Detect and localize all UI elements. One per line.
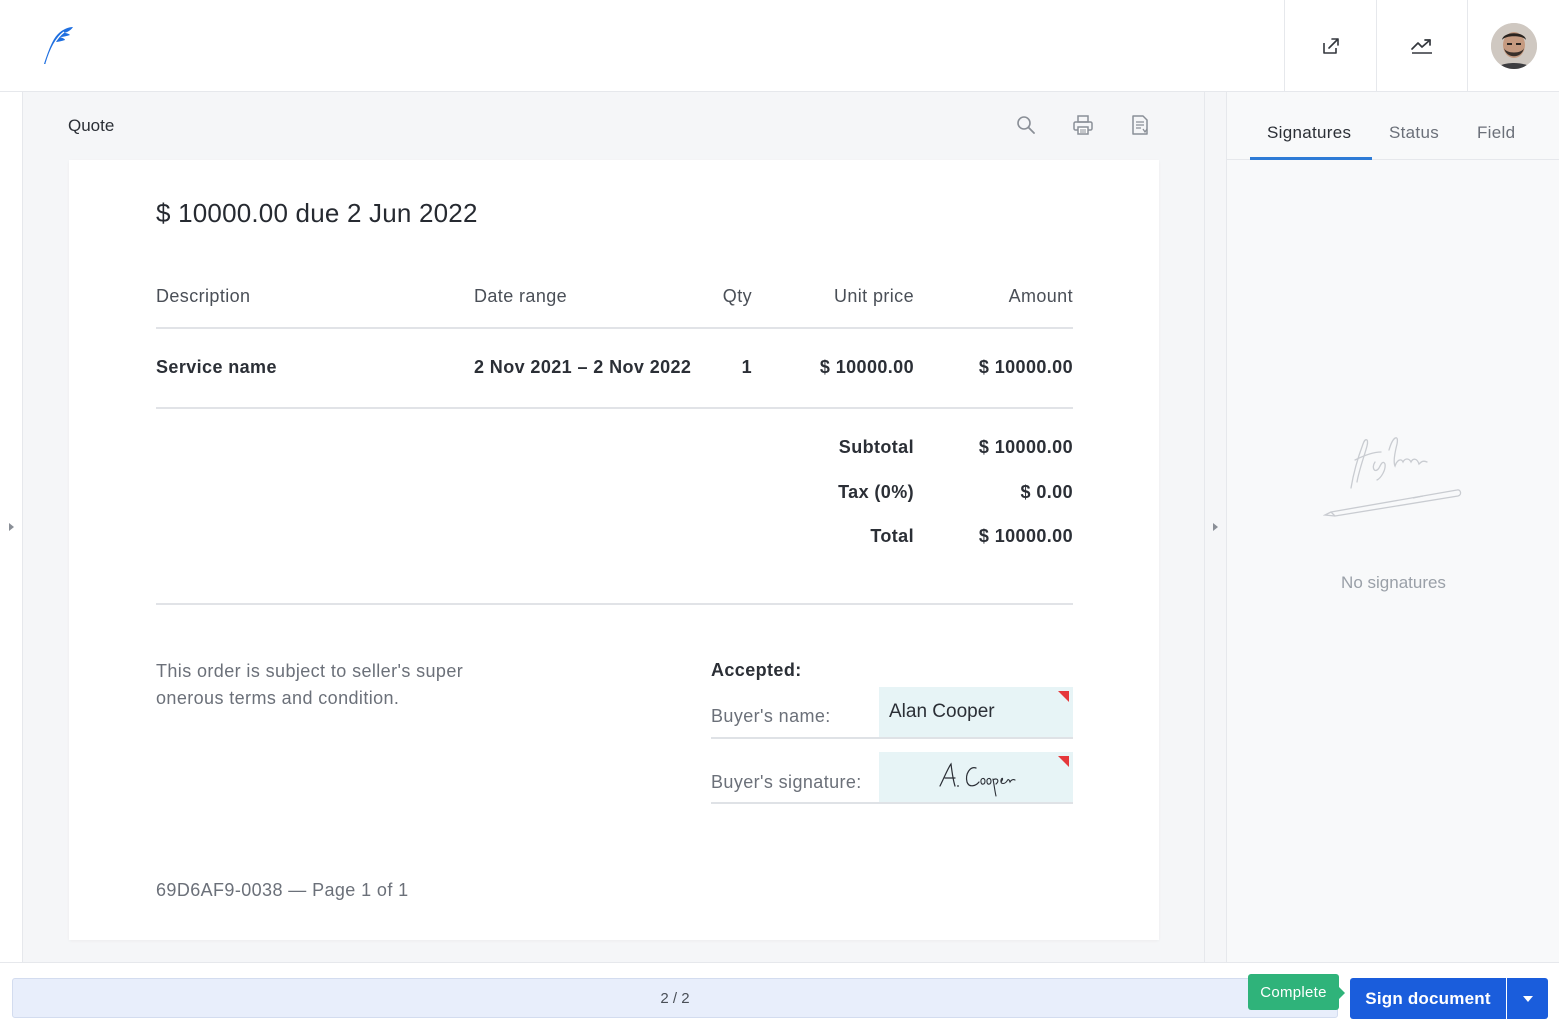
page-indicator[interactable]: 2 / 2: [12, 978, 1338, 1018]
table-cell-amount: $ 10000.00: [978, 357, 1073, 377]
share-button[interactable]: [1284, 0, 1376, 92]
tab-signatures[interactable]: Signatures: [1267, 123, 1351, 143]
right-panel: Signatures Status Field No signatures: [1226, 92, 1559, 962]
buyer-name-label: Buyer's name:: [711, 706, 831, 726]
no-signatures-message: No signatures: [1341, 573, 1446, 592]
subtotal-label: Subtotal: [838, 437, 914, 457]
required-flag-icon: [1058, 691, 1069, 702]
table-cell-date-range: 2 Nov 2021 – 2 Nov 2022: [474, 357, 692, 377]
collapse-right-panel-icon[interactable]: [1213, 523, 1218, 531]
tax-label: Tax (0%): [838, 482, 914, 502]
sign-options-dropdown[interactable]: [1507, 978, 1548, 1019]
active-tab-indicator: [1250, 157, 1372, 160]
subtotal-value: $ 10000.00: [978, 437, 1073, 457]
table-cell-description: Service name: [156, 357, 277, 377]
total-value: $ 10000.00: [978, 526, 1073, 546]
feather-logo-icon[interactable]: [34, 24, 76, 68]
handwritten-signature: [939, 762, 1016, 797]
trending-icon: [1411, 39, 1432, 54]
signature-pen-illustration-icon: [1323, 437, 1462, 517]
buyer-name-underline: [711, 737, 1073, 739]
share-icon: [1322, 38, 1339, 54]
document-icon[interactable]: [1129, 114, 1151, 136]
column-header-date-range: Date range: [474, 286, 568, 306]
buyer-name-value: Alan Cooper: [889, 701, 995, 722]
tab-field[interactable]: Field: [1477, 123, 1515, 143]
panel-tabs: Signatures Status Field: [1227, 92, 1559, 160]
due-amount-heading: $ 10000.00 due 2 Jun 2022: [156, 198, 478, 228]
document-footer-id: 69D6AF9-0038 — Page 1 of 1: [156, 880, 409, 900]
app-header: [0, 0, 1559, 92]
bottom-bar: 2 / 2 Complete Sign document: [0, 962, 1559, 1032]
header-divider: [156, 327, 1073, 329]
tax-value: $ 0.00: [1020, 482, 1073, 502]
chevron-down-icon: [1522, 995, 1533, 1002]
buyer-name-field[interactable]: Alan Cooper: [879, 687, 1073, 737]
table-cell-unit-price: $ 10000.00: [819, 357, 914, 377]
column-header-amount: Amount: [1008, 286, 1073, 306]
avatar[interactable]: [1490, 23, 1537, 69]
buyer-signature-label: Buyer's signature:: [711, 772, 862, 792]
row-divider: [156, 407, 1073, 409]
tab-status[interactable]: Status: [1389, 123, 1439, 143]
document-title: Quote: [68, 116, 115, 135]
print-icon[interactable]: [1072, 114, 1094, 136]
buyer-signature-underline: [711, 802, 1073, 804]
document-page: $ 10000.00 due 2 Jun 2022 Description Da…: [69, 160, 1159, 940]
sign-document-button[interactable]: Sign document: [1350, 978, 1506, 1019]
column-header-unit-price: Unit price: [833, 286, 914, 306]
expand-left-panel-icon[interactable]: [9, 523, 14, 531]
table-cell-qty: 1: [741, 357, 752, 377]
document-area: Quote $ 10000.00 due 2 Jun 2022 Descript…: [23, 92, 1205, 962]
search-icon[interactable]: [1015, 114, 1037, 136]
column-header-description: Description: [156, 286, 251, 306]
user-avatar-icon: [1490, 23, 1537, 69]
analytics-button[interactable]: [1376, 0, 1467, 92]
accepted-heading: Accepted:: [711, 660, 802, 680]
column-header-qty: Qty: [722, 286, 752, 306]
terms-text: This order is subject to seller's super …: [156, 661, 464, 708]
total-label: Total: [870, 526, 914, 546]
summary-divider: [156, 603, 1073, 605]
complete-tooltip: Complete: [1248, 974, 1345, 1010]
user-menu[interactable]: [1467, 0, 1559, 92]
required-flag-icon: [1058, 756, 1069, 767]
buyer-signature-field[interactable]: [879, 752, 1073, 802]
